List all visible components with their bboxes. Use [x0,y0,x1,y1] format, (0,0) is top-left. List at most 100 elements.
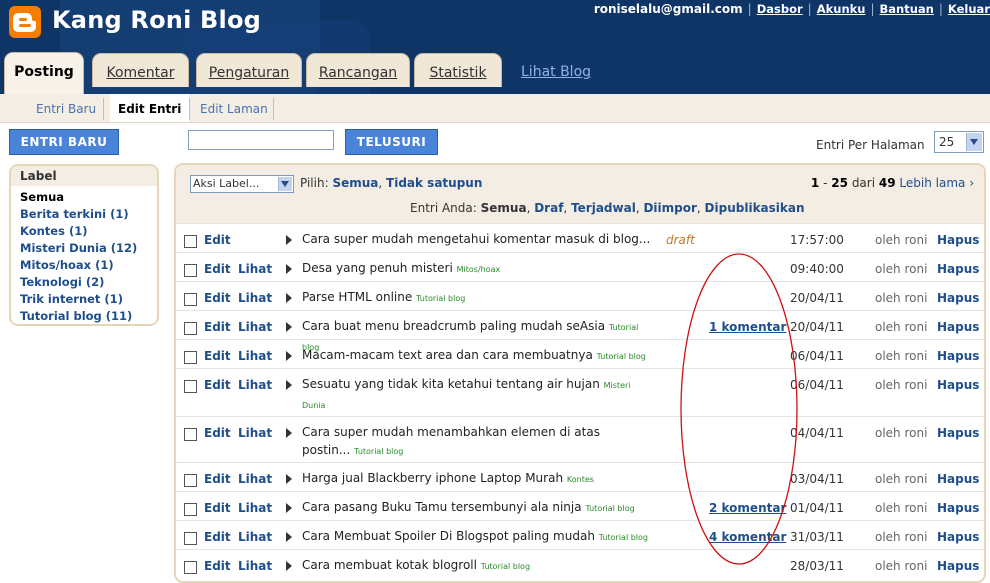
post-checkbox[interactable] [184,474,197,487]
post-title-text[interactable]: Cara membuat kotak blogroll [302,558,477,572]
post-title[interactable]: Macam-macam text area dan cara membuatny… [302,346,652,366]
expand-triangle-icon[interactable] [286,561,292,571]
edit-link[interactable]: Edit [204,291,231,305]
post-title[interactable]: Desa yang penuh misteri Mitos/hoax [302,259,652,279]
label-link[interactable]: Trik internet (1) [20,292,123,306]
post-title-text[interactable]: Parse HTML online [302,290,412,304]
post-checkbox[interactable] [184,264,197,277]
label-item[interactable]: Trik internet (1) [11,291,157,308]
label-item[interactable]: Kontes (1) [11,223,157,240]
post-title[interactable]: Cara membuat kotak blogroll Tutorial blo… [302,556,652,576]
expand-triangle-icon[interactable] [286,380,292,390]
post-title[interactable]: Cara pasang Buku Tamu tersembunyi ala ni… [302,498,652,518]
subnav-edit-posts[interactable]: Edit Entri [110,94,190,122]
edit-link[interactable]: Edit [204,559,231,573]
edit-link[interactable]: Edit [204,349,231,363]
post-title[interactable]: Parse HTML online Tutorial blog [302,288,652,308]
post-title[interactable]: Cara super mudah mengetahui komentar mas… [302,230,652,248]
post-title-text[interactable]: Sesuatu yang tidak kita ketahui tentang … [302,377,600,391]
tab-posting[interactable]: Posting [4,52,84,94]
tab-pengaturan[interactable]: Pengaturan [196,53,302,87]
view-link[interactable]: Lihat [238,559,272,573]
delete-link[interactable]: Hapus [937,291,979,305]
expand-triangle-icon[interactable] [286,503,292,513]
delete-link[interactable]: Hapus [937,472,979,486]
blogger-logo-icon[interactable] [9,6,41,38]
label-link[interactable]: Berita terkini (1) [20,207,129,221]
post-label[interactable]: Tutorial blog [481,562,530,571]
label-link[interactable]: Mitos/hoax (1) [20,258,114,272]
filter-imported[interactable]: Diimpor [643,201,696,215]
tab-rancangan[interactable]: Rancangan [306,53,410,87]
label-item[interactable]: Tutorial blog (11) [11,308,157,324]
chevron-down-icon[interactable] [966,133,982,151]
label-action-select[interactable]: Aksi Label... [190,175,294,193]
delete-link[interactable]: Hapus [937,262,979,276]
post-label[interactable]: Tutorial blog [416,294,465,303]
label-link[interactable]: Tutorial blog (11) [20,309,132,323]
post-checkbox[interactable] [184,380,197,393]
post-checkbox[interactable] [184,351,197,364]
expand-triangle-icon[interactable] [286,235,292,245]
edit-link[interactable]: Edit [204,262,231,276]
post-title-text[interactable]: Cara buat menu breadcrumb paling mudah s… [302,319,605,333]
subnav-edit-pages[interactable]: Edit Laman [200,94,268,122]
view-link[interactable]: Lihat [238,320,272,334]
filter-drafts[interactable]: Draf [534,201,563,215]
filter-published[interactable]: Dipublikasikan [705,201,805,215]
delete-link[interactable]: Hapus [937,320,979,334]
label-item[interactable]: Berita terkini (1) [11,206,157,223]
view-link[interactable]: Lihat [238,349,272,363]
view-link[interactable]: Lihat [238,530,272,544]
label-item[interactable]: Teknologi (2) [11,274,157,291]
dashboard-link[interactable]: Dasbor [757,2,803,16]
post-title-text[interactable]: Cara Membuat Spoiler Di Blogspot paling … [302,529,595,543]
post-checkbox[interactable] [184,428,197,441]
post-checkbox[interactable] [184,561,197,574]
view-link[interactable]: Lihat [238,262,272,276]
post-checkbox[interactable] [184,293,197,306]
edit-link[interactable]: Edit [204,233,231,247]
delete-link[interactable]: Hapus [937,426,979,440]
post-title-text[interactable]: Cara super mudah menambahkan elemen di a… [302,425,600,457]
expand-triangle-icon[interactable] [286,293,292,303]
account-link[interactable]: Akunku [817,2,866,16]
edit-link[interactable]: Edit [204,530,231,544]
edit-link[interactable]: Edit [204,472,231,486]
edit-link[interactable]: Edit [204,378,231,392]
subnav-new-post[interactable]: Entri Baru [36,94,96,122]
delete-link[interactable]: Hapus [937,349,979,363]
post-title[interactable]: Sesuatu yang tidak kita ketahui tentang … [302,375,652,415]
select-all-link[interactable]: Semua [332,176,378,190]
filter-scheduled[interactable]: Terjadwal [571,201,636,215]
post-label[interactable]: Kontes [567,475,594,484]
post-label[interactable]: Tutorial blog [597,352,646,361]
post-title-text[interactable]: Macam-macam text area dan cara membuatny… [302,348,593,362]
per-page-select[interactable]: 25 [934,131,984,153]
edit-link[interactable]: Edit [204,320,231,334]
post-title[interactable]: Harga jual Blackberry iphone Laptop Mura… [302,469,652,489]
new-post-button[interactable]: ENTRI BARU [9,129,119,155]
expand-triangle-icon[interactable] [286,532,292,542]
logout-link[interactable]: Keluar [948,2,990,16]
post-title-text[interactable]: Cara super mudah mengetahui komentar mas… [302,232,650,246]
expand-triangle-icon[interactable] [286,474,292,484]
label-item[interactable]: Misteri Dunia (12) [11,240,157,257]
post-title-text[interactable]: Desa yang penuh misteri [302,261,453,275]
expand-triangle-icon[interactable] [286,264,292,274]
expand-triangle-icon[interactable] [286,428,292,438]
post-checkbox[interactable] [184,532,197,545]
delete-link[interactable]: Hapus [937,530,979,544]
edit-link[interactable]: Edit [204,426,231,440]
post-label[interactable]: Tutorial blog [585,504,634,513]
view-link[interactable]: Lihat [238,501,272,515]
search-button[interactable]: TELUSURI [345,129,438,155]
label-item[interactable]: Mitos/hoax (1) [11,257,157,274]
post-title[interactable]: Cara Membuat Spoiler Di Blogspot paling … [302,527,652,547]
view-link[interactable]: Lihat [238,291,272,305]
tab-statistik[interactable]: Statistik [414,53,502,87]
view-link[interactable]: Lihat [238,426,272,440]
label-link[interactable]: Teknologi (2) [20,275,104,289]
post-checkbox[interactable] [184,503,197,516]
expand-triangle-icon[interactable] [286,322,292,332]
